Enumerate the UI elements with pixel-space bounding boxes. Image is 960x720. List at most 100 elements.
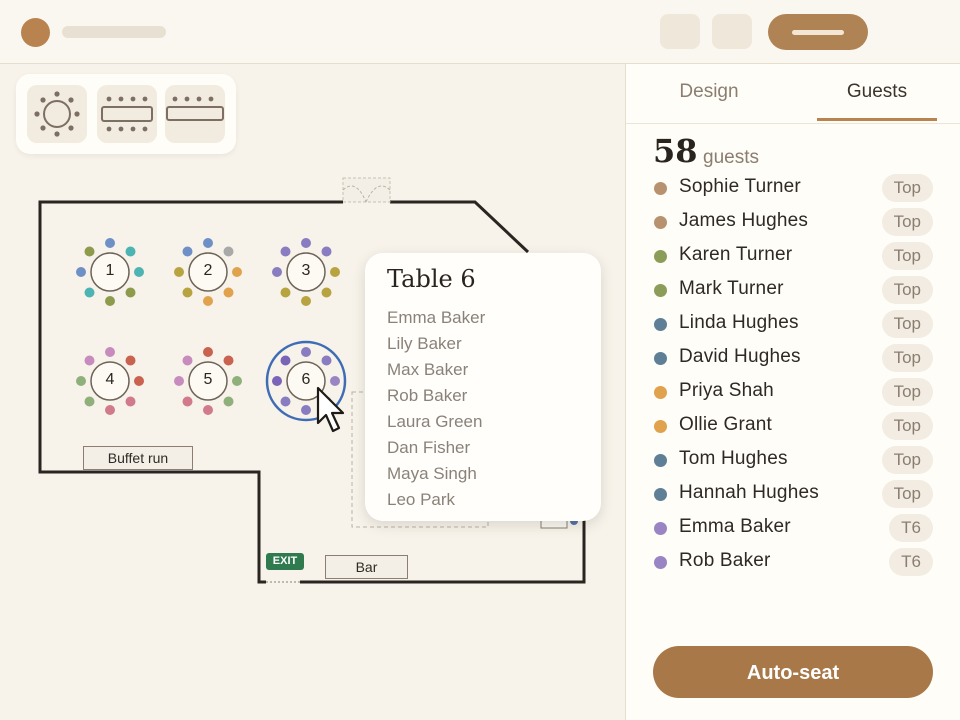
palette-long-table[interactable] (165, 85, 225, 143)
seat-dot (125, 396, 136, 407)
room-wall (390, 200, 530, 254)
seat-dot (125, 355, 136, 366)
guest-row[interactable]: David Hughes Top (626, 341, 960, 375)
seat-dot (301, 347, 311, 357)
guest-table-badge[interactable]: Top (881, 276, 933, 304)
guest-table-badge[interactable]: Top (881, 480, 933, 508)
guest-name: David Hughes (679, 346, 801, 367)
seat-dot (105, 238, 115, 248)
seat-dot (182, 355, 193, 366)
popover-guest[interactable]: Laura Green (387, 409, 485, 435)
guest-row[interactable]: Sophie Turner Top (626, 171, 960, 205)
seat-dot (330, 267, 340, 277)
seat-dot (223, 287, 234, 298)
seat-dot (105, 296, 115, 306)
guest-row[interactable]: Priya Shah Top (626, 375, 960, 409)
guest-row[interactable]: Karen Turner Top (626, 239, 960, 273)
table-number-4: 4 (105, 371, 115, 388)
guest-row[interactable]: Linda Hughes Top (626, 307, 960, 341)
guest-sidebar: Design Guests 58 guests Sophie Turner Top… (625, 64, 960, 720)
guest-table-badge[interactable]: T6 (889, 548, 933, 576)
table-palette (16, 74, 236, 154)
tab-guests[interactable]: Guests (802, 81, 952, 103)
guest-name: Rob Baker (679, 550, 771, 571)
popover-guest[interactable]: Leo Park (387, 487, 485, 513)
guest-name: Priya Shah (679, 380, 774, 401)
seat-dot (105, 405, 115, 415)
table-number-1: 1 (105, 262, 115, 279)
table-number-5: 5 (203, 371, 213, 388)
guest-color-dot (654, 556, 667, 569)
guest-color-dot (654, 182, 667, 195)
tab-design[interactable]: Design (634, 81, 784, 103)
guest-table-badge[interactable]: Top (881, 242, 933, 270)
popover-guest[interactable]: Rob Baker (387, 383, 485, 409)
palette-banquet-table[interactable] (97, 85, 157, 143)
guest-row[interactable]: Hannah Hughes Top (626, 477, 960, 511)
guest-row[interactable]: Emma Baker T6 (626, 511, 960, 545)
guest-table-badge[interactable]: Top (881, 446, 933, 474)
guest-name: Ollie Grant (679, 414, 773, 435)
seat-dot (76, 376, 86, 386)
door (342, 177, 391, 203)
seat-dot (301, 238, 311, 248)
seat-dot (203, 238, 213, 248)
guest-table-badge[interactable]: Top (881, 412, 933, 440)
toolbar-button-1[interactable] (660, 14, 700, 49)
guest-count: 58 (653, 132, 698, 170)
guest-table-badge[interactable]: Top (881, 174, 933, 202)
guest-count-label: guests (703, 147, 759, 168)
guest-table-badge[interactable]: T6 (889, 514, 933, 542)
seat-dot (182, 396, 193, 407)
seat-dot (223, 396, 234, 407)
guest-color-dot (654, 386, 667, 399)
guest-color-dot (654, 454, 667, 467)
popover-guest-list: Emma Baker Lily Baker Max Baker Rob Bake… (387, 305, 485, 513)
seat-dot (280, 246, 291, 257)
guest-name: Karen Turner (679, 244, 793, 265)
seat-dot (321, 355, 332, 366)
seat-dot (84, 355, 95, 366)
guest-table-badge[interactable]: Top (881, 344, 933, 372)
guest-row[interactable]: Mark Turner Top (626, 273, 960, 307)
guest-table-badge[interactable]: Top (881, 310, 933, 338)
palette-round-table[interactable] (27, 85, 87, 143)
table-number-3: 3 (301, 262, 311, 279)
seat-dot (174, 267, 184, 277)
guest-row[interactable]: Ollie Grant Top (626, 409, 960, 443)
popover-guest[interactable]: Lily Baker (387, 331, 485, 357)
guest-row[interactable]: Rob Baker T6 (626, 545, 960, 579)
seat-dot (182, 287, 193, 298)
guest-table-badge[interactable]: Top (881, 208, 933, 236)
round-table-icon (34, 91, 80, 137)
seat-dot (321, 287, 332, 298)
popover-guest[interactable]: Max Baker (387, 357, 485, 383)
guest-color-dot (654, 352, 667, 365)
guest-row[interactable]: Tom Hughes Top (626, 443, 960, 477)
popover-guest[interactable]: Dan Fisher (387, 435, 485, 461)
primary-action-button[interactable] (768, 14, 868, 50)
table-number-2: 2 (203, 262, 213, 279)
seat-dot (203, 347, 213, 357)
active-tab-indicator (817, 118, 937, 121)
guest-table-badge[interactable]: Top (881, 378, 933, 406)
guest-name: Mark Turner (679, 278, 784, 299)
auto-seat-button[interactable]: Auto-seat (653, 646, 933, 698)
popover-guest[interactable]: Maya Singh (387, 461, 485, 487)
seat-dot (84, 396, 95, 407)
popover-guest[interactable]: Emma Baker (387, 305, 485, 331)
guest-name: Tom Hughes (679, 448, 788, 469)
guest-row[interactable]: James Hughes Top (626, 205, 960, 239)
seat-dot (105, 347, 115, 357)
seat-dot (84, 246, 95, 257)
guest-color-dot (654, 250, 667, 263)
bar-label[interactable]: Bar (325, 555, 408, 579)
guest-name: Sophie Turner (679, 176, 801, 197)
guest-name: Emma Baker (679, 516, 791, 537)
guest-color-dot (654, 420, 667, 433)
buffet-label[interactable]: Buffet run (83, 446, 193, 470)
guest-color-dot (654, 488, 667, 501)
toolbar-button-2[interactable] (712, 14, 752, 49)
seat-dot (232, 376, 242, 386)
seat-dot (125, 287, 136, 298)
